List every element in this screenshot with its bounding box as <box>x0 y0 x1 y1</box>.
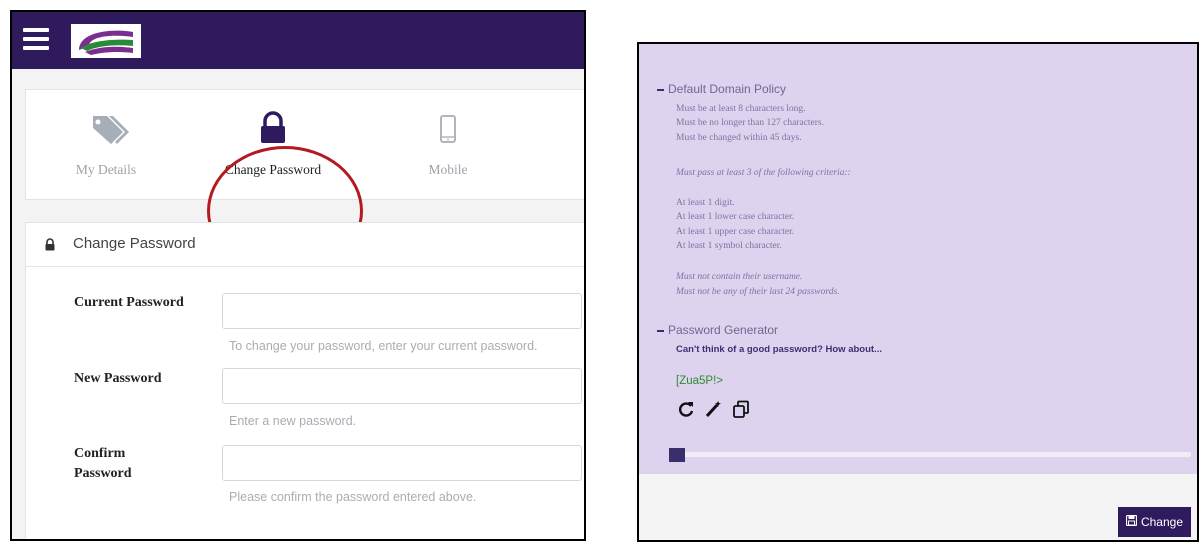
change-password-panel: Change Password Current Password To chan… <box>25 222 584 539</box>
tab-change-password[interactable]: Change Password <box>208 90 338 201</box>
new-password-label: New Password <box>74 371 162 386</box>
tab-mobile[interactable]: Mobile <box>383 90 513 201</box>
refresh-icon[interactable] <box>677 400 695 423</box>
change-button-label: Change <box>1140 515 1183 529</box>
collapse-icon <box>657 329 664 332</box>
criteria-item: At least 1 upper case character. <box>676 227 795 237</box>
restriction-item: Must not contain their username. <box>676 272 803 282</box>
current-password-help: To change your password, enter your curr… <box>229 339 538 353</box>
new-password-help: Enter a new password. <box>229 414 357 428</box>
change-button[interactable]: Change <box>1117 507 1191 537</box>
profile-window: My Details Change Password Mobile Change… <box>10 10 586 541</box>
tab-my-details[interactable]: My Details <box>41 90 171 201</box>
criteria-item: At least 1 digit. <box>676 198 735 208</box>
copy-icon[interactable] <box>732 400 750 423</box>
criteria-item: At least 1 lower case character. <box>676 212 795 222</box>
policy-title: Default Domain Policy <box>668 82 787 96</box>
tags-icon <box>41 110 171 146</box>
generator-tools <box>677 400 755 422</box>
password-policy-window: Default Domain Policy Must be at least 8… <box>637 42 1199 542</box>
tab-label: My Details <box>75 162 137 177</box>
lock-icon <box>208 110 338 146</box>
policy-section-title[interactable]: Default Domain Policy <box>657 82 786 96</box>
mobile-icon <box>383 110 513 146</box>
policy-rule: Must be no longer than 127 characters. <box>676 118 824 128</box>
magic-wand-icon[interactable] <box>704 400 722 423</box>
current-password-input[interactable] <box>222 293 582 329</box>
policy-rule: Must be at least 8 characters long. <box>676 104 806 114</box>
profile-tabs: My Details Change Password Mobile <box>25 89 584 276</box>
policy-rule: Must be changed within 45 days. <box>676 133 802 143</box>
confirm-password-help: Please confirm the password entered abov… <box>229 490 477 504</box>
save-icon <box>1125 514 1138 529</box>
collapse-icon <box>657 88 664 91</box>
criteria-intro: Must pass at least 3 of the following cr… <box>676 168 851 178</box>
strength-fill <box>669 448 685 462</box>
generator-section-title[interactable]: Password Generator <box>657 323 778 337</box>
current-password-label: Current Password <box>74 295 184 310</box>
criteria-item: At least 1 symbol character. <box>676 241 782 251</box>
app-header <box>12 12 584 69</box>
strength-meter <box>669 448 1191 462</box>
generator-question: Can't think of a good password? How abou… <box>676 344 882 355</box>
company-logo[interactable] <box>71 24 141 58</box>
generated-password[interactable]: [Zua5P!> <box>676 375 723 387</box>
panel-title: Change Password <box>73 235 196 252</box>
policy-area: Default Domain Policy Must be at least 8… <box>639 44 1197 474</box>
generator-title: Password Generator <box>668 323 779 337</box>
confirm-password-input[interactable] <box>222 445 582 481</box>
new-password-input[interactable] <box>222 368 582 404</box>
tab-label: Mobile <box>428 162 468 177</box>
menu-icon[interactable] <box>23 28 49 50</box>
panel-header: Change Password <box>26 223 584 267</box>
restriction-item: Must not be any of their last 24 passwor… <box>676 287 840 297</box>
tab-label: Change Password <box>224 162 322 177</box>
strength-track <box>669 452 1191 457</box>
confirm-password-label: Confirm Password <box>74 446 132 481</box>
lock-icon <box>44 238 56 256</box>
